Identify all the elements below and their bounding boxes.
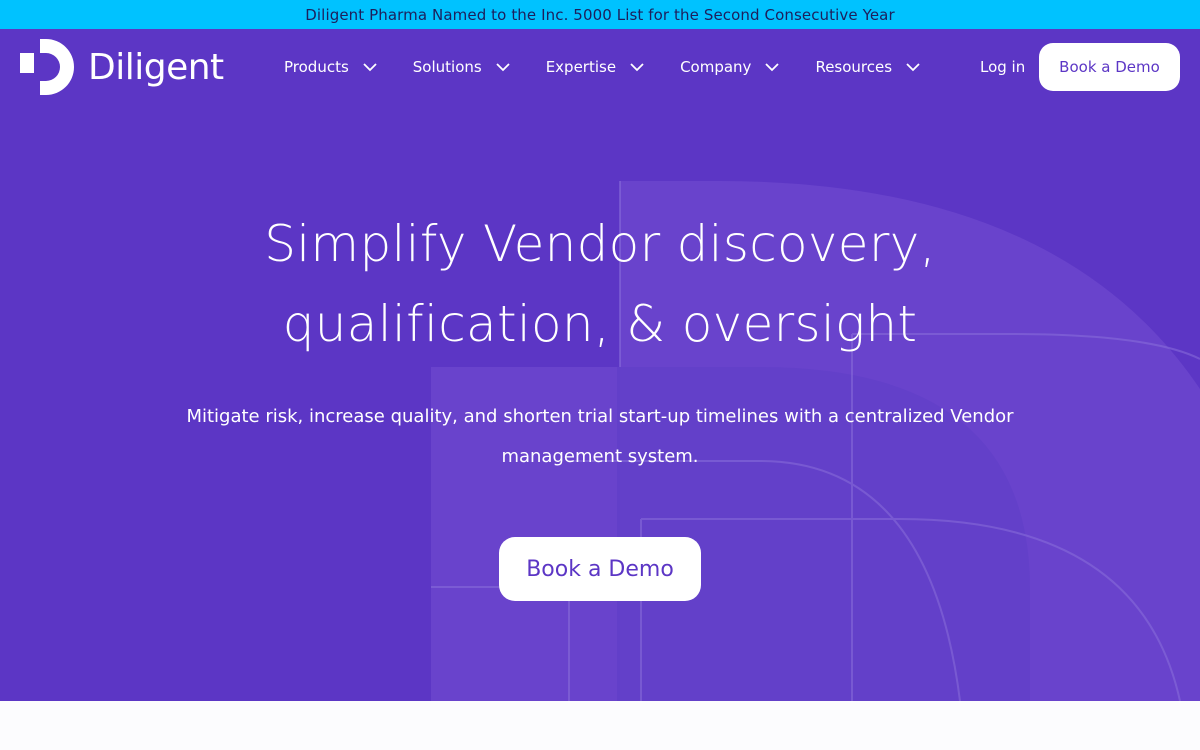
hero-section: Diligent Products Solutions Expertise Co… xyxy=(0,29,1200,701)
next-section xyxy=(0,701,1200,750)
diligent-logo-icon xyxy=(20,39,74,95)
diligent-logo[interactable]: Diligent xyxy=(20,39,224,95)
nav-resources-label: Resources xyxy=(815,58,893,76)
nav-solutions-label: Solutions xyxy=(412,58,482,76)
nav-expertise[interactable]: Expertise xyxy=(546,58,644,76)
logo-wordmark: Diligent xyxy=(88,46,224,88)
announcement-text[interactable]: Diligent Pharma Named to the Inc. 5000 L… xyxy=(305,6,894,24)
nav-company-label: Company xyxy=(680,58,752,76)
announcement-bar[interactable]: Diligent Pharma Named to the Inc. 5000 L… xyxy=(0,0,1200,29)
book-demo-header-button[interactable]: Book a Demo xyxy=(1039,43,1180,91)
hero-headline-line2: qualification, & oversight xyxy=(282,295,918,353)
login-link[interactable]: Log in xyxy=(980,58,1025,76)
nav-products-label: Products xyxy=(284,58,349,76)
nav-company[interactable]: Company xyxy=(680,58,780,76)
hero-subtext: Mitigate risk, increase quality, and sho… xyxy=(186,406,1014,467)
nav-expertise-label: Expertise xyxy=(545,58,617,76)
chevron-down-icon xyxy=(363,62,377,72)
hero-headline-line1: Simplify Vendor discovery, xyxy=(264,215,936,273)
book-demo-hero-button[interactable]: Book a Demo xyxy=(499,537,701,601)
nav-solutions[interactable]: Solutions xyxy=(413,58,510,76)
main-nav: Products Solutions Expertise Company Res… xyxy=(284,58,956,76)
chevron-down-icon xyxy=(906,62,920,72)
chevron-down-icon xyxy=(496,62,510,72)
chevron-down-icon xyxy=(765,62,780,72)
chevron-down-icon xyxy=(630,62,644,72)
nav-products[interactable]: Products xyxy=(284,58,377,76)
nav-resources[interactable]: Resources xyxy=(815,58,920,76)
hero-headline: Simplify Vendor discovery, qualification… xyxy=(0,204,1200,364)
